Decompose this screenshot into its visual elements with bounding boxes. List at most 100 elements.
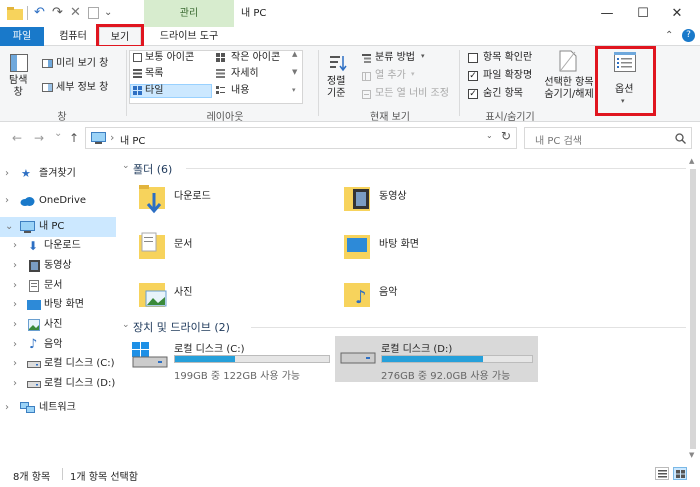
pc-icon [91,132,106,144]
folder-tile-documents[interactable]: 문서 [136,230,316,266]
hide-selected-button[interactable]: 선택한 항목 숨기기/해제 [542,50,596,104]
chevron-right-icon[interactable]: › [13,236,17,256]
scroll-thumb[interactable] [690,169,696,449]
nav-item-drive-d[interactable]: › 로컬 디스크 (D:) [0,374,116,394]
back-icon[interactable]: ← [12,131,22,145]
nav-label: 내 PC [39,221,65,232]
nav-item-videos[interactable]: › 동영상 [0,256,116,276]
nav-label: 동영상 [44,260,72,271]
chevron-right-icon[interactable]: › [13,315,17,335]
tab-file[interactable]: 파일 [0,27,44,46]
drive-tile-d[interactable]: 로컬 디스크 (D:) 276GB 중 92.0GB 사용 가능 [335,336,538,382]
add-columns-icon [362,72,371,81]
help-icon[interactable]: ? [682,29,695,42]
nav-item-desktop[interactable]: › 바탕 화면 [0,295,116,315]
chevron-down-icon[interactable]: ⌄ [5,217,13,237]
drives-collapse-icon[interactable]: ⌄ [122,320,130,330]
context-tab-manage[interactable]: 관리 [144,0,234,27]
undo-icon[interactable]: ↶ [34,6,45,20]
chevron-right-icon[interactable]: › [13,374,17,394]
chevron-right-icon[interactable]: › [5,191,9,211]
folders-header[interactable]: 폴더 (6) [133,161,172,177]
properties-icon[interactable] [88,7,99,19]
nav-item-onedrive[interactable]: › OneDrive [0,191,116,211]
details-view-toggle[interactable] [655,467,669,480]
sort-by-button[interactable]: 정렬 기준 [322,52,356,104]
chevron-right-icon[interactable]: › [13,354,17,374]
folder-app-icon [7,7,23,20]
chevron-right-icon[interactable]: › [5,398,9,418]
address-dropdown-icon[interactable]: ⌄ [486,131,493,140]
layout-list[interactable]: 목록 [145,68,163,80]
chevron-right-icon[interactable]: › [5,164,9,184]
search-box[interactable]: 내 PC 검색 [524,127,692,149]
folder-tile-music[interactable]: ♪ 음악 [341,278,521,314]
vertical-scrollbar[interactable]: ▲ ▼ [686,155,700,461]
qa-customize-icon[interactable]: ⌄ [104,6,112,20]
folder-tile-pictures[interactable]: 사진 [136,278,316,314]
drives-header[interactable]: 장치 및 드라이브 (2) [133,319,230,335]
layout-details[interactable]: 자세히 [231,68,259,80]
search-input[interactable]: 내 PC 검색 [535,132,582,147]
refresh-icon[interactable]: ↻ [501,129,511,143]
delete-icon[interactable]: ✕ [70,6,81,20]
video-folder-icon [344,187,370,211]
address-row: ← → ⌄ ↑ › 내 PC ⌄ ↻ 내 PC 검색 [0,122,700,155]
nav-item-music[interactable]: › ♪ 음악 [0,335,116,355]
folder-tile-desktop[interactable]: 바탕 화면 [341,230,521,266]
collapse-ribbon-icon[interactable]: ⌃ [665,30,673,41]
music-icon: ♪ [29,337,38,352]
address-path[interactable]: 내 PC [120,132,145,147]
nav-item-pictures[interactable]: › 사진 [0,315,116,335]
hide-selected-icon [559,50,577,72]
layout-more-icon[interactable]: ▾ [292,86,296,94]
nav-item-network[interactable]: › 네트워크 [0,398,116,418]
nav-item-downloads[interactable]: › ⬇ 다운로드 [0,236,116,256]
preview-pane-button[interactable]: 미리 보기 창 [56,58,108,70]
content-icon [216,86,225,94]
details-pane-button[interactable]: 세부 정보 창 [56,82,108,94]
group-by-button[interactable]: 분류 방법 [375,52,415,64]
layout-tiles[interactable]: 타일 [145,85,163,97]
drive-tile-c[interactable]: 로컬 디스크 (C:) 199GB 중 122GB 사용 가능 [130,336,330,382]
nav-item-quick-access[interactable]: › ★ 즐겨찾기 [0,164,116,184]
search-icon [675,133,686,144]
chevron-right-icon[interactable]: › [13,276,17,296]
layout-scroll-up-icon[interactable]: ▲ [292,50,297,58]
folder-tile-videos[interactable]: 동영상 [341,182,521,218]
layout-content[interactable]: 내용 [231,85,249,97]
drive-free-space: 199GB 중 122GB 사용 가능 [174,371,301,382]
add-columns-button[interactable]: 열 추가 [375,70,406,82]
nav-item-drive-c[interactable]: › 로컬 디스크 (C:) [0,354,116,374]
hidden-items-checkbox[interactable]: ✓ [468,89,478,99]
recent-locations-icon[interactable]: ⌄ [54,128,62,139]
item-checkboxes-checkbox[interactable] [468,53,478,63]
picture-folder-icon [139,283,167,307]
tiles-view-toggle[interactable] [673,467,687,480]
address-bar[interactable]: › 내 PC [85,127,517,149]
forward-icon[interactable]: → [34,131,44,145]
tab-computer[interactable]: 컴퓨터 [50,27,96,46]
layout-scroll-down-icon[interactable]: ▼ [292,68,297,76]
chevron-right-icon[interactable]: › [13,335,17,355]
redo-icon[interactable]: ↷ [52,6,63,20]
tab-drive-tools[interactable]: 드라이브 도구 [146,27,232,46]
chevron-right-icon[interactable]: › [13,295,17,315]
tiles-view-icon [676,470,685,478]
folder-tile-downloads[interactable]: 다운로드 [136,182,316,218]
nav-item-documents[interactable]: › 문서 [0,276,116,296]
up-icon[interactable]: ↑ [69,131,79,145]
ribbon-separator [318,50,319,116]
layout-small-icons[interactable]: 작은 아이콘 [231,52,280,64]
folders-collapse-icon[interactable]: ⌄ [122,161,130,171]
close-button[interactable]: ✕ [654,0,700,27]
nav-item-this-pc[interactable]: ⌄ 내 PC [0,217,116,237]
layout-medium-icons[interactable]: 보통 아이콘 [145,52,194,64]
details-icon [216,69,225,78]
size-all-columns-button[interactable]: 모든 열 너비 조정 [375,88,449,100]
scroll-down-icon[interactable]: ▼ [689,451,694,459]
navigation-pane-button[interactable]: 탐색 창 [6,52,34,104]
file-extensions-checkbox[interactable]: ✓ [468,71,478,81]
scroll-up-icon[interactable]: ▲ [689,157,694,165]
chevron-right-icon[interactable]: › [13,256,17,276]
